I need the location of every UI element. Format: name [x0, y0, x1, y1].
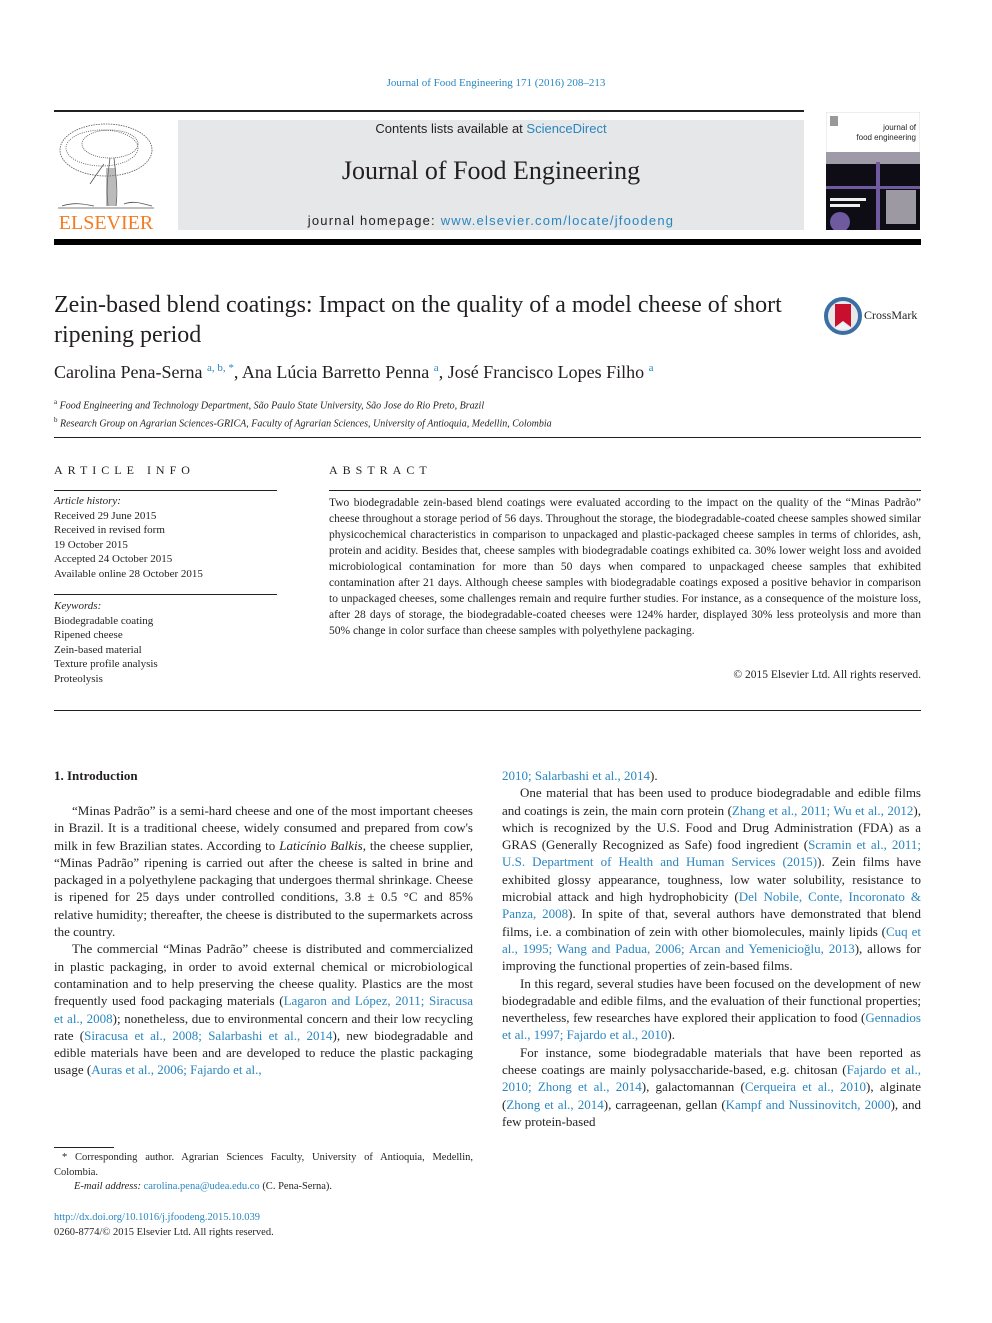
article-history: Article history: Received 29 June 2015 R…: [54, 494, 203, 581]
affiliation-mark: b: [54, 416, 58, 425]
history-item: 19 October 2015: [54, 538, 128, 551]
citation-link[interactable]: Cerqueira et al., 2010: [745, 1079, 866, 1094]
history-item: Received in revised form: [54, 524, 165, 536]
author-separator: ,: [233, 362, 242, 382]
cover-title-line2: food engineering: [856, 133, 916, 142]
header-thick-divider: [54, 239, 921, 245]
affiliation-item: a Food Engineering and Technology Depart…: [54, 395, 552, 413]
paragraph-text: ).: [667, 1027, 675, 1043]
paragraph: In this regard, several studies have bee…: [502, 975, 921, 1044]
paragraph-text: ).: [650, 768, 658, 783]
body-column-right: 2010; Salarbashi et al., 2014). One mate…: [502, 767, 921, 1130]
affiliation-text: Food Engineering and Technology Departme…: [59, 400, 485, 412]
affiliation-text: Research Group on Agrarian Sciences-GRIC…: [60, 418, 552, 430]
history-item: Accepted 24 October 2015: [54, 553, 173, 565]
author-affiliation-marks[interactable]: a, b, *: [207, 362, 234, 374]
crossmark-label[interactable]: CrossMark: [864, 308, 917, 323]
body-column-left: “Minas Padrão” is a semi-hard cheese and…: [54, 802, 473, 1079]
footnote-divider: [54, 1147, 114, 1148]
citation-link[interactable]: Siracusa et al., 2008; Salarbashi et al.…: [84, 1028, 332, 1043]
footnotes: * Corresponding author. Agrarian Science…: [54, 1151, 473, 1195]
divider: [329, 490, 921, 491]
divider: [54, 437, 921, 438]
article-info-heading: ARTICLE INFO: [54, 463, 195, 477]
contents-prefix: Contents lists available at: [375, 121, 527, 136]
affiliation-mark: a: [54, 398, 58, 406]
section-heading-introduction: 1. Introduction: [54, 768, 138, 783]
paragraph-continued: 2010; Salarbashi et al., 2014).: [502, 767, 921, 784]
issn-copyright: 0260-8774/© 2015 Elsevier Ltd. All right…: [54, 1227, 274, 1238]
journal-title: Journal of Food Engineering: [341, 156, 641, 185]
affiliations: a Food Engineering and Technology Depart…: [54, 395, 552, 432]
doi-block: http://dx.doi.org/10.1016/j.jfoodeng.201…: [54, 1210, 274, 1240]
email-link[interactable]: carolina.pena@udea.edu.co: [144, 1181, 260, 1192]
homepage-prefix: journal homepage:: [307, 213, 441, 228]
email-label: E-mail address:: [74, 1181, 144, 1192]
keywords-label: Keywords:: [54, 600, 102, 612]
doi-link[interactable]: http://dx.doi.org/10.1016/j.jfoodeng.201…: [54, 1210, 274, 1225]
abstract-copyright: © 2015 Elsevier Ltd. All rights reserved…: [733, 669, 921, 681]
paragraph: For instance, some biodegradable materia…: [502, 1044, 921, 1130]
homepage-link[interactable]: www.elsevier.com/locate/jfoodeng: [441, 213, 675, 228]
paragraph: The commercial “Minas Padrão” cheese is …: [54, 940, 473, 1078]
keyword-item: Proteolysis: [54, 672, 103, 685]
keyword-item: Zein-based material: [54, 643, 142, 656]
author-separator: ,: [438, 362, 448, 382]
citation-link[interactable]: Auras et al., 2006; Fajardo et al.,: [91, 1062, 261, 1077]
keywords: Keywords: Biodegradable coating Ripened …: [54, 599, 158, 686]
paragraph: One material that has been used to produ…: [502, 784, 921, 974]
divider: [54, 594, 277, 595]
keyword-item: Biodegradable coating: [54, 614, 154, 627]
contents-line: Contents lists available at ScienceDirec…: [178, 121, 804, 136]
abstract-heading: ABSTRACT: [329, 463, 432, 477]
citation-link[interactable]: Zhang et al., 2011; Wu et al., 2012: [732, 803, 914, 818]
citation-link[interactable]: Kampf and Nussinovitch, 2000: [726, 1097, 891, 1112]
divider: [54, 710, 921, 711]
history-item: Received 29 June 2015: [54, 509, 157, 522]
history-label: Article history:: [54, 495, 121, 507]
paragraph-text: In this regard, several studies have bee…: [502, 975, 921, 1026]
header-divider: [54, 110, 804, 112]
journal-reference-link[interactable]: Journal of Food Engineering 171 (2016) 2…: [0, 77, 992, 89]
paragraph-text: ), galactomannan (: [641, 1079, 745, 1095]
author-name[interactable]: Carolina Pena-Serna: [54, 362, 202, 382]
author-list: Carolina Pena-Serna a, b, *, Ana Lúcia B…: [54, 362, 654, 383]
email-note: E-mail address: carolina.pena@udea.edu.c…: [54, 1180, 473, 1195]
keyword-item: Texture profile analysis: [54, 658, 158, 670]
elsevier-wordmark: ELSEVIER: [58, 212, 154, 234]
citation-link[interactable]: 2010; Salarbashi et al., 2014: [502, 768, 650, 783]
author-name[interactable]: José Francisco Lopes Filho: [448, 362, 644, 382]
cover-title-line1: journal of: [882, 123, 917, 132]
sciencedirect-link[interactable]: ScienceDirect: [526, 121, 606, 136]
divider: [54, 490, 277, 491]
email-suffix: (C. Pena-Serna).: [259, 1181, 332, 1192]
history-item: Available online 28 October 2015: [54, 567, 203, 580]
corresponding-author-note: * Corresponding author. Agrarian Science…: [54, 1152, 473, 1178]
paragraph: “Minas Padrão” is a semi-hard cheese and…: [54, 802, 473, 940]
paragraph-text: ), carrageenan, gellan (: [603, 1096, 726, 1112]
author-name[interactable]: Ana Lúcia Barretto Penna: [242, 362, 429, 382]
keyword-item: Ripened cheese: [54, 629, 123, 641]
homepage-line: journal homepage: www.elsevier.com/locat…: [178, 213, 804, 228]
paragraph-text: Laticínio Balkis: [279, 837, 363, 853]
author-affiliation-marks[interactable]: a: [649, 362, 654, 374]
citation-link[interactable]: Zhong et al., 2014: [506, 1097, 603, 1112]
abstract-text: Two biodegradable zein-based blend coati…: [329, 497, 921, 637]
journal-cover-thumbnail[interactable]: journal of food engineering: [826, 112, 920, 230]
affiliation-item: b Research Group on Agrarian Sciences-GR…: [54, 413, 552, 431]
article-title: Zein-based blend coatings: Impact on the…: [54, 292, 782, 348]
